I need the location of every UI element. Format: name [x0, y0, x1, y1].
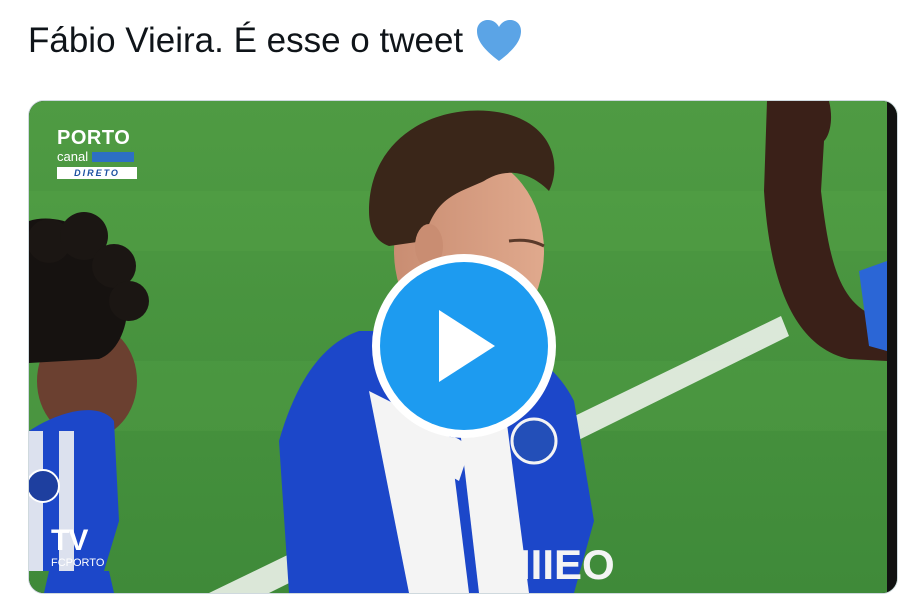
channel-logo-line1: PORTO	[57, 127, 131, 149]
svg-text:IIIEO: IIIEO	[519, 541, 615, 588]
channel-logo-bar	[92, 152, 135, 162]
tweet-text: Fábio Vieira. É esse o tweet	[28, 18, 523, 64]
tv-mark: TV	[51, 524, 88, 557]
video-player[interactable]: IIIEO PORTO canal DIRETO TV FCPORTO	[28, 100, 898, 594]
fc-porto-tv-logo: TV FCPORTO	[51, 526, 104, 570]
play-icon	[439, 310, 495, 382]
play-button-circle[interactable]	[380, 262, 548, 430]
blue-heart-icon	[475, 18, 523, 64]
channel-logo-line2: canal	[57, 149, 89, 164]
live-badge: DIRETO	[57, 167, 137, 179]
fc-porto-caption: FCPORTO	[51, 557, 105, 569]
porto-canal-logo: PORTO canal DIRETO	[57, 127, 137, 179]
tweet-text-content: Fábio Vieira. É esse o tweet	[28, 21, 464, 60]
play-button[interactable]	[372, 254, 556, 438]
